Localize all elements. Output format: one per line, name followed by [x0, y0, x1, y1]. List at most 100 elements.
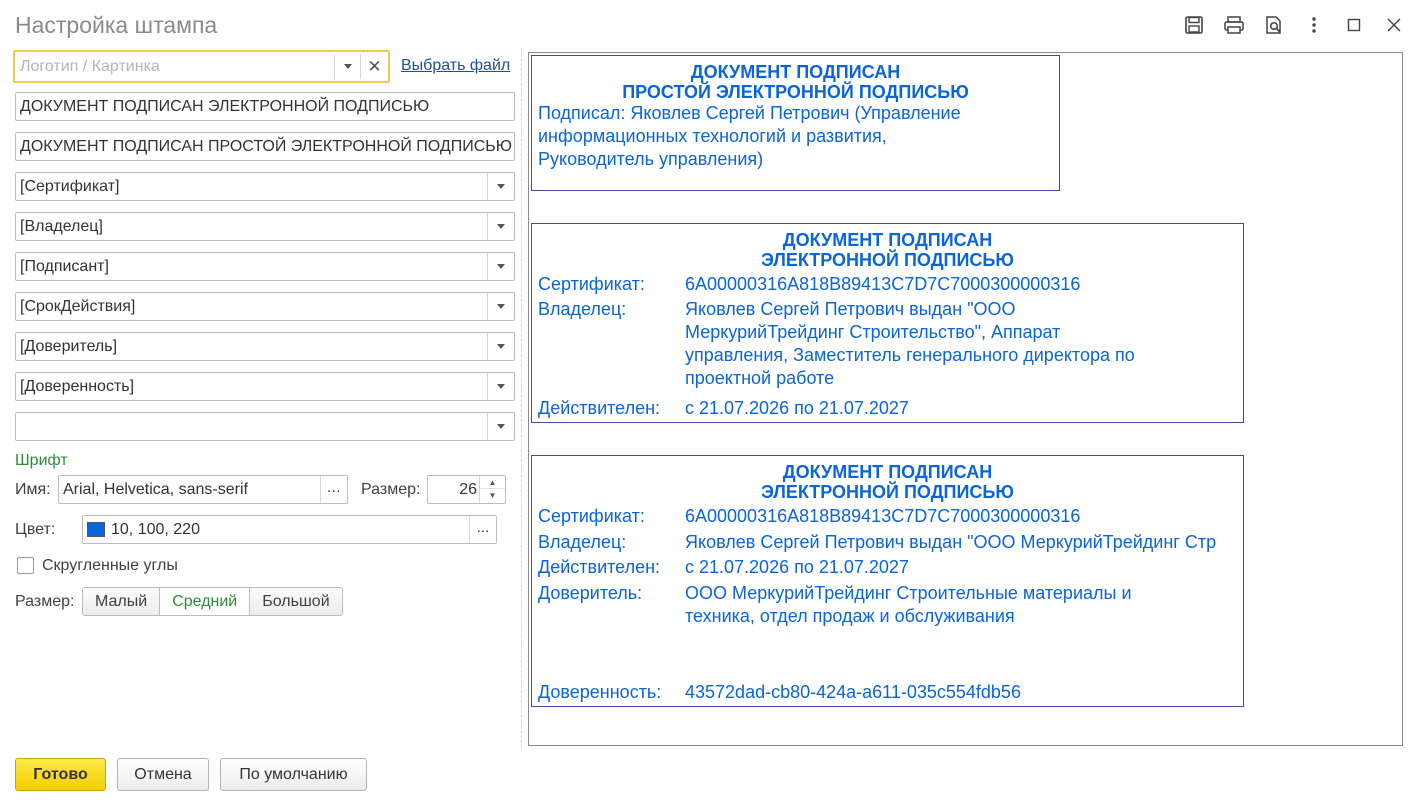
default-button[interactable]: По умолчанию	[220, 758, 367, 791]
stamp1-head-line2: ПРОСТОЙ ЭЛЕКТРОННОЙ ПОДПИСЬЮ	[622, 82, 969, 102]
font-name-value: Arial, Helvetica, sans-serif	[63, 481, 248, 498]
validity-select-value: [СрокДействия]	[20, 298, 136, 315]
extra-select-value	[20, 413, 484, 440]
font-choose-button[interactable]: ...	[320, 476, 347, 503]
power-of-attorney-select-value: [Доверенность]	[20, 378, 135, 395]
power-of-attorney-dropdown-button[interactable]	[487, 373, 514, 400]
size-small-button[interactable]: Малый	[83, 588, 159, 615]
validity-dropdown-button[interactable]	[487, 293, 514, 320]
stamp3-head-line2: ЭЛЕКТРОННОЙ ПОДПИСЬЮ	[761, 482, 1014, 502]
stamp3-valid-label: Действителен:	[538, 557, 661, 577]
validity-select[interactable]: [СрокДействия]	[15, 292, 515, 321]
stamp3-head-line1: ДОКУМЕНТ ПОДПИСАН	[782, 462, 993, 482]
stamp2-owner-value: Яковлев Сергей Петрович выдан "ООО Мерку…	[685, 299, 1135, 388]
chevron-down-icon	[343, 64, 352, 69]
print-icon[interactable]	[1214, 12, 1254, 38]
owner-select-value: [Владелец]	[20, 218, 103, 235]
logo-input[interactable]: Логотип / Картинка ✕	[13, 50, 390, 83]
color-input[interactable]: 10, 100, 220 ...	[82, 515, 497, 544]
window-toolbar	[1174, 12, 1414, 38]
chevron-down-icon	[497, 384, 505, 389]
principal-dropdown-button[interactable]	[487, 333, 514, 360]
close-icon[interactable]	[1374, 12, 1414, 38]
extra-dropdown-button[interactable]	[487, 413, 514, 440]
stamp3-cert-value: 6A00000316A818B89413C7D7C7000300000316	[685, 506, 1081, 526]
stamp-line2-input[interactable]: ДОКУМЕНТ ПОДПИСАН ПРОСТОЙ ЭЛЕКТРОННОЙ ПО…	[15, 132, 515, 161]
stamp-line1-value: ДОКУМЕНТ ПОДПИСАН ЭЛЕКТРОННОЙ ПОДПИСЬЮ	[20, 98, 430, 115]
stamp2-head-line2: ЭЛЕКТРОННОЙ ПОДПИСЬЮ	[761, 250, 1014, 270]
color-swatch	[87, 522, 105, 537]
chevron-down-icon	[497, 344, 505, 349]
clear-icon[interactable]: ✕	[361, 54, 388, 79]
owner-select[interactable]: [Владелец]	[15, 212, 515, 241]
panel-divider[interactable]	[521, 48, 522, 748]
stamp-size-label: Размер:	[15, 593, 75, 610]
stamp-size-selector: Малый Средний Большой	[82, 587, 343, 616]
size-medium-button[interactable]: Средний	[159, 588, 250, 615]
principal-select-value: [Доверитель]	[20, 338, 118, 355]
chevron-down-icon	[497, 424, 505, 429]
window-title: Настройка штампа	[15, 12, 218, 38]
color-label: Цвет:	[15, 521, 56, 538]
stamp3-owner-label: Владелец:	[538, 532, 627, 552]
stamp3-principal-value: ООО МеркурийТрейдинг Строительные матери…	[685, 583, 1132, 626]
stamp2-cert-label: Сертификат:	[538, 274, 645, 294]
font-size-stepper[interactable]: ▲ ▼	[479, 476, 505, 503]
choose-file-link[interactable]: Выбрать файл	[401, 57, 510, 75]
logo-dropdown-button[interactable]	[334, 54, 361, 79]
chevron-down-icon	[497, 184, 505, 189]
font-section-title: Шрифт	[15, 452, 68, 469]
cancel-button[interactable]: Отмена	[117, 758, 209, 791]
signer-select[interactable]: [Подписант]	[15, 252, 515, 281]
font-name-label: Имя:	[15, 481, 51, 498]
color-value: 10, 100, 220	[111, 521, 200, 538]
font-name-input[interactable]: Arial, Helvetica, sans-serif ...	[58, 475, 348, 504]
size-large-button[interactable]: Большой	[249, 588, 341, 615]
stepper-down-icon[interactable]: ▼	[480, 489, 505, 502]
font-size-label: Размер:	[361, 481, 421, 498]
stamp1-line1: Подписал: Яковлев Сергей Петрович (Управ…	[538, 103, 961, 123]
power-of-attorney-select[interactable]: [Доверенность]	[15, 372, 515, 401]
stamp3-principal-label: Доверитель:	[538, 583, 643, 603]
rounded-corners-checkbox[interactable]	[17, 557, 34, 574]
owner-dropdown-button[interactable]	[487, 213, 514, 240]
chevron-down-icon	[497, 304, 505, 309]
certificate-select[interactable]: [Сертификат]	[15, 172, 515, 201]
stamp2-cert-value: 6A00000316A818B89413C7D7C7000300000316	[685, 274, 1081, 294]
stamp-electronic-signature-poa: ДОКУМЕНТ ПОДПИСАН ЭЛЕКТРОННОЙ ПОДПИСЬЮ С…	[531, 455, 1244, 707]
color-choose-button[interactable]: ...	[469, 516, 496, 543]
stamp2-valid-label: Действителен:	[538, 398, 661, 418]
stamp-simple-signature: ДОКУМЕНТ ПОДПИСАН ПРОСТОЙ ЭЛЕКТРОННОЙ ПО…	[531, 55, 1060, 191]
stamp3-poa-label: Доверенность:	[538, 682, 662, 702]
logo-placeholder: Логотип / Картинка	[20, 58, 160, 75]
done-button[interactable]: Готово	[15, 758, 106, 791]
preview-icon[interactable]	[1254, 12, 1294, 38]
stamp-preview: ДОКУМЕНТ ПОДПИСАН ПРОСТОЙ ЭЛЕКТРОННОЙ ПО…	[528, 52, 1403, 746]
stamp1-head-line1: ДОКУМЕНТ ПОДПИСАН	[690, 62, 901, 82]
stamp3-cert-label: Сертификат:	[538, 506, 645, 526]
more-icon[interactable]	[1294, 12, 1334, 38]
signer-select-value: [Подписант]	[20, 258, 109, 275]
stamp3-valid-value: с 21.07.2026 по 21.07.2027	[685, 557, 909, 577]
principal-select[interactable]: [Доверитель]	[15, 332, 515, 361]
stamp-electronic-signature: ДОКУМЕНТ ПОДПИСАН ЭЛЕКТРОННОЙ ПОДПИСЬЮ С…	[531, 223, 1244, 423]
stamp2-valid-value: с 21.07.2026 по 21.07.2027	[685, 398, 909, 418]
stamp-line2-value: ДОКУМЕНТ ПОДПИСАН ПРОСТОЙ ЭЛЕКТРОННОЙ ПО…	[20, 138, 512, 155]
extra-select[interactable]	[15, 412, 515, 441]
maximize-icon[interactable]	[1334, 12, 1374, 38]
certificate-dropdown-button[interactable]	[487, 173, 514, 200]
font-size-input[interactable]: 26 ▲ ▼	[427, 475, 506, 504]
stamp2-owner-label: Владелец:	[538, 299, 627, 319]
stamp3-poa-value: 43572dad-cb80-424a-a611-035c554fdb56	[685, 682, 1021, 702]
save-icon[interactable]	[1174, 12, 1214, 38]
chevron-down-icon	[497, 224, 505, 229]
certificate-select-value: [Сертификат]	[20, 178, 120, 195]
stamp3-owner-value: Яковлев Сергей Петрович выдан "ООО Мерку…	[685, 532, 1217, 552]
stepper-up-icon[interactable]: ▲	[480, 476, 505, 489]
stamp1-line3: Руководитель управления)	[538, 149, 764, 169]
stamp-line1-input[interactable]: ДОКУМЕНТ ПОДПИСАН ЭЛЕКТРОННОЙ ПОДПИСЬЮ	[15, 92, 515, 121]
signer-dropdown-button[interactable]	[487, 253, 514, 280]
stamp1-line2: информационных технологий и развития,	[538, 126, 887, 146]
rounded-corners-label: Скругленные углы	[42, 557, 178, 574]
font-size-value: 26	[459, 481, 477, 498]
